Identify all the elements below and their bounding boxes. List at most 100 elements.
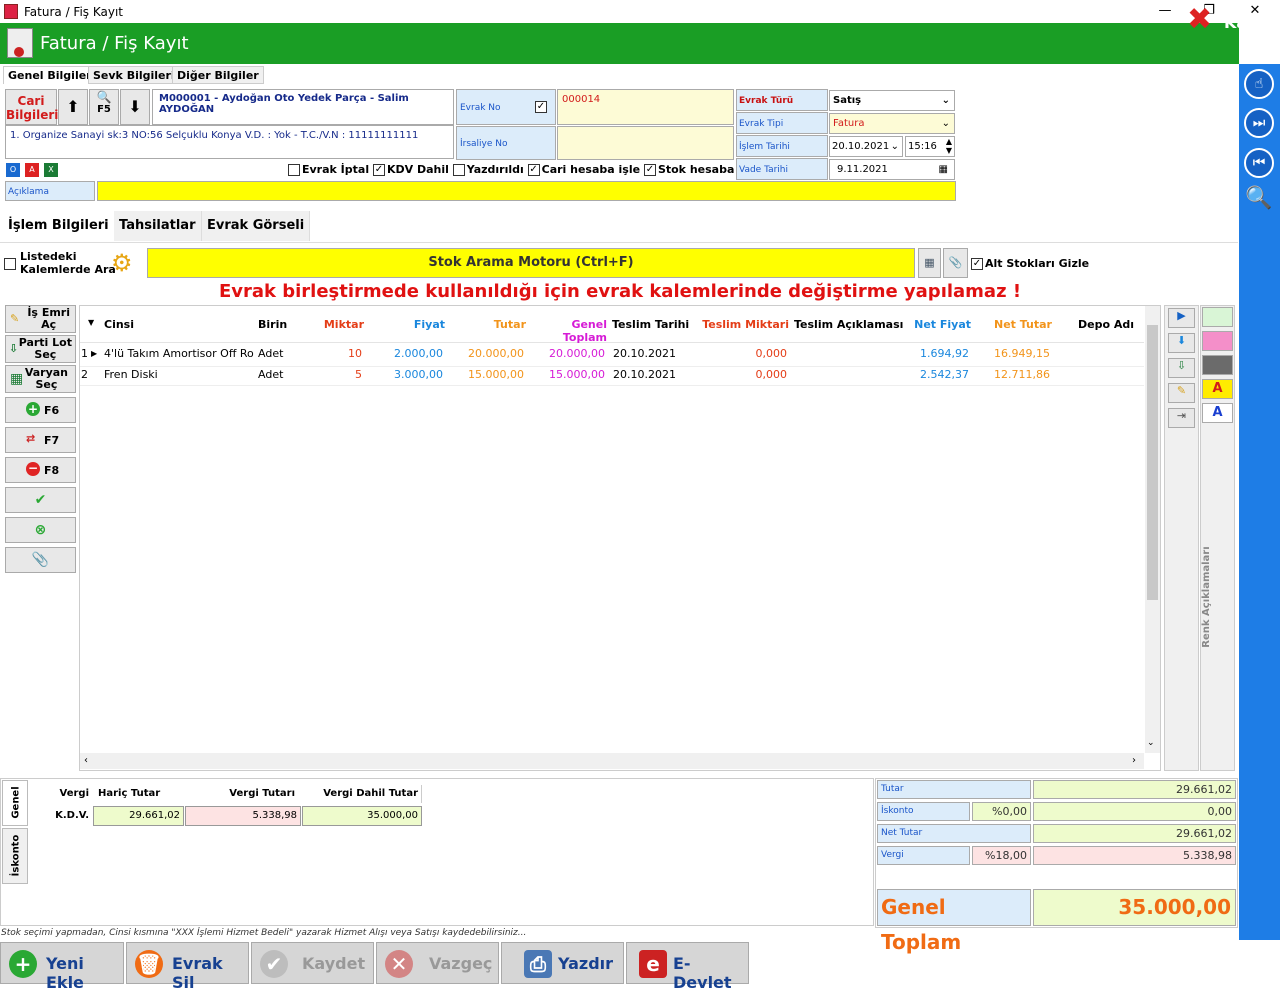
col-genel-toplam[interactable]: Genel Toplam xyxy=(528,318,607,344)
evrak-turu-select[interactable]: Satış ⌄ xyxy=(829,90,955,111)
tab-islem-bilgileri[interactable]: İşlem Bilgileri xyxy=(3,211,115,241)
export-icon[interactable]: ⇥ xyxy=(1168,408,1195,428)
check-icon: ✔ xyxy=(260,950,288,978)
col-cinsi[interactable]: Cinsi xyxy=(104,318,164,334)
irsaliye-no-field[interactable] xyxy=(557,126,734,160)
next-record-icon[interactable]: ⏭ xyxy=(1244,108,1274,138)
cari-up-button[interactable]: ⬆ xyxy=(58,89,88,125)
is-emri-button[interactable]: ✎ İş Emri Aç xyxy=(5,305,76,333)
outlook-icon[interactable]: O xyxy=(6,163,20,177)
f7-swap-button[interactable]: ⇄ F7 xyxy=(5,427,76,453)
tab-genel-bilgiler[interactable]: Genel Bilgiler xyxy=(3,66,97,84)
vtab-iskonto[interactable]: İskonto xyxy=(2,828,28,884)
confirm-row-button[interactable]: ✔ xyxy=(5,487,76,513)
genel-toplam-label: Genel Toplam xyxy=(877,889,1031,954)
tab-sevk-bilgileri[interactable]: Sevk Bilgileri xyxy=(88,66,180,84)
barcode-icon[interactable]: ▦ xyxy=(918,248,941,278)
warning-message: Evrak birleştirmede kullanıldığı için ev… xyxy=(218,281,1022,302)
play-icon[interactable]: ▶ xyxy=(1168,308,1195,328)
col-birim[interactable]: Birin xyxy=(258,318,288,334)
col-teslim-aciklamasi[interactable]: Teslim Açıklaması xyxy=(794,318,904,334)
cancel-circle-icon: ⊗ xyxy=(34,522,47,538)
col-teslim-tarihi[interactable]: Teslim Tarihi xyxy=(612,318,702,334)
yazdirildi-checkbox[interactable]: Yazdırıldı xyxy=(452,163,524,176)
cari-name-field[interactable]: M000001 - Aydoğan Oto Yedek Parça - Sali… xyxy=(152,89,454,125)
vertical-scroll-thumb[interactable] xyxy=(1147,325,1158,600)
chevron-down-icon: ⌄ xyxy=(941,95,950,106)
kdv-dahil-checkbox[interactable]: ✓ KDV Dahil xyxy=(372,163,449,176)
cari-bilgileri-button[interactable]: Cari Bilgileri xyxy=(5,89,58,125)
evrak-no-checkbox[interactable]: ✓ xyxy=(535,100,549,113)
varyant-button[interactable]: ▦ Varyan Seç xyxy=(5,365,76,393)
spinner-icon[interactable]: ▲ ▼ xyxy=(946,137,952,155)
col-fiyat[interactable]: Fiyat xyxy=(366,318,445,334)
f8-delete-row-button[interactable]: − F8 xyxy=(5,457,76,483)
f5-search-button[interactable]: 🔍 F5 xyxy=(89,89,119,125)
attach-button[interactable]: 📎 xyxy=(5,547,76,573)
gear-warning-icon[interactable]: ⚙ xyxy=(111,248,143,278)
calendar-icon[interactable]: ▦ xyxy=(939,160,948,179)
vtab-genel[interactable]: Genel xyxy=(2,780,28,826)
cari-hesaba-checkbox[interactable]: ✓ Cari hesaba işle xyxy=(527,163,640,176)
download-icon[interactable]: ⇩ xyxy=(1168,358,1195,378)
cari-address-field[interactable]: 1. Organize Sanayi sk:3 NO:56 Selçuklu K… xyxy=(5,125,454,159)
excel-icon[interactable]: X xyxy=(44,163,58,177)
stok-arama-input[interactable]: Stok Arama Motoru (Ctrl+F) xyxy=(147,248,915,278)
evrak-iptal-checkbox[interactable]: Evrak İptal xyxy=(288,163,369,176)
cancel-row-button[interactable]: ⊗ xyxy=(5,517,76,543)
f5-label: F5 xyxy=(97,104,111,115)
scroll-left-icon[interactable]: ‹ xyxy=(84,755,88,766)
previous-record-icon[interactable]: ⏮ xyxy=(1244,148,1274,178)
listedeki-ara-checkbox[interactable]: Listedeki Kalemlerde Ara xyxy=(4,250,116,276)
yazdir-button[interactable]: ⎙ Yazdır xyxy=(501,942,624,984)
cari-down-button[interactable]: ⬇ xyxy=(120,89,150,125)
scroll-down-icon[interactable]: ⌄ xyxy=(1147,738,1155,748)
note-icon[interactable]: ✎ xyxy=(1168,383,1195,403)
islem-tarihi-label: İşlem Tarihi xyxy=(736,135,828,157)
vade-tarihi-field[interactable]: 9.11.2021 ▦ xyxy=(829,159,955,180)
alt-stoklari-checkbox[interactable]: ✓ Alt Stokları Gizle xyxy=(971,257,1089,270)
table-row[interactable]: 2 Fren Diski Adet 5 3.000,00 15.000,00 1… xyxy=(80,366,1144,384)
legend-swatch xyxy=(1202,331,1233,351)
evrak-tipi-select[interactable]: Fatura ⌄ xyxy=(829,113,955,134)
vazgec-button[interactable]: ✕ Vazgeç xyxy=(376,942,499,984)
evrak-no-field[interactable]: 000014 xyxy=(557,89,734,125)
tab-diger-bilgiler[interactable]: Diğer Bilgiler xyxy=(172,66,264,84)
col-teslim-miktari[interactable]: Teslim Miktari xyxy=(700,318,789,334)
tab-tahsilatlar[interactable]: Tahsilatlar xyxy=(114,211,202,241)
col-net-fiyat[interactable]: Net Fiyat xyxy=(890,318,971,334)
col-net-tutar[interactable]: Net Tutar xyxy=(972,318,1052,334)
vergi-tutari-header: Vergi Tutarı xyxy=(229,788,295,799)
e-devlet-button[interactable]: e E-Devlet xyxy=(626,942,749,992)
islem-saati-field[interactable]: 15:16 ▲ ▼ xyxy=(905,136,955,157)
kapat-label: Kapat xyxy=(1224,13,1278,32)
aciklama-field[interactable] xyxy=(97,181,956,201)
net-tutar-value: 29.661,02 xyxy=(1033,824,1236,843)
tab-evrak-gorseli[interactable]: Evrak Görseli xyxy=(202,211,311,241)
search-icon[interactable]: 🔍 xyxy=(1243,186,1275,218)
col-depo-adi[interactable]: Depo Adı xyxy=(1060,318,1134,334)
vergi-percent: %18,00 xyxy=(972,846,1031,865)
col-miktar[interactable]: Miktar xyxy=(288,318,364,334)
paperclip-icon[interactable]: 📎 xyxy=(943,248,968,278)
table-row[interactable]: 1 ▶ 4'lü Takım Amortisor Off Ro Adet 10 … xyxy=(80,346,1144,364)
f6-add-row-button[interactable]: + F6 xyxy=(5,397,76,423)
minimize-button[interactable]: — xyxy=(1150,3,1180,19)
col-tutar[interactable]: Tutar xyxy=(447,318,526,334)
vergi-name-cell: K.D.V. xyxy=(55,810,89,821)
title-bar: Fatura / Fiş Kayıt — ❐ ✕ xyxy=(0,0,1280,23)
pdf-icon[interactable]: A xyxy=(25,163,39,177)
kapat-button[interactable]: ✖ Kapat xyxy=(1187,5,1277,37)
yeni-ekle-button[interactable]: + Yeni Ekle xyxy=(0,942,124,992)
chevron-down-icon: ⌄ xyxy=(890,141,899,152)
evrak-sil-button[interactable]: 🗑 Evrak Sil xyxy=(126,942,249,992)
scroll-right-icon[interactable]: › xyxy=(1132,755,1136,766)
islem-tarihi-date[interactable]: 20.10.2021 ⌄ xyxy=(829,136,903,157)
arrow-down-icon[interactable]: ⬇ xyxy=(1168,333,1195,353)
kaydet-button[interactable]: ✔ Kaydet xyxy=(251,942,374,984)
renk-aciklamalari-label: Renk Açıklamaları xyxy=(1201,546,1212,648)
hand-pointer-icon[interactable]: ☝ xyxy=(1244,69,1274,99)
iskonto-percent[interactable]: %0,00 xyxy=(972,802,1031,821)
parti-lot-button[interactable]: ⇩ Parti Lot Seç xyxy=(5,335,76,363)
horizontal-scrollbar[interactable] xyxy=(80,753,1144,769)
